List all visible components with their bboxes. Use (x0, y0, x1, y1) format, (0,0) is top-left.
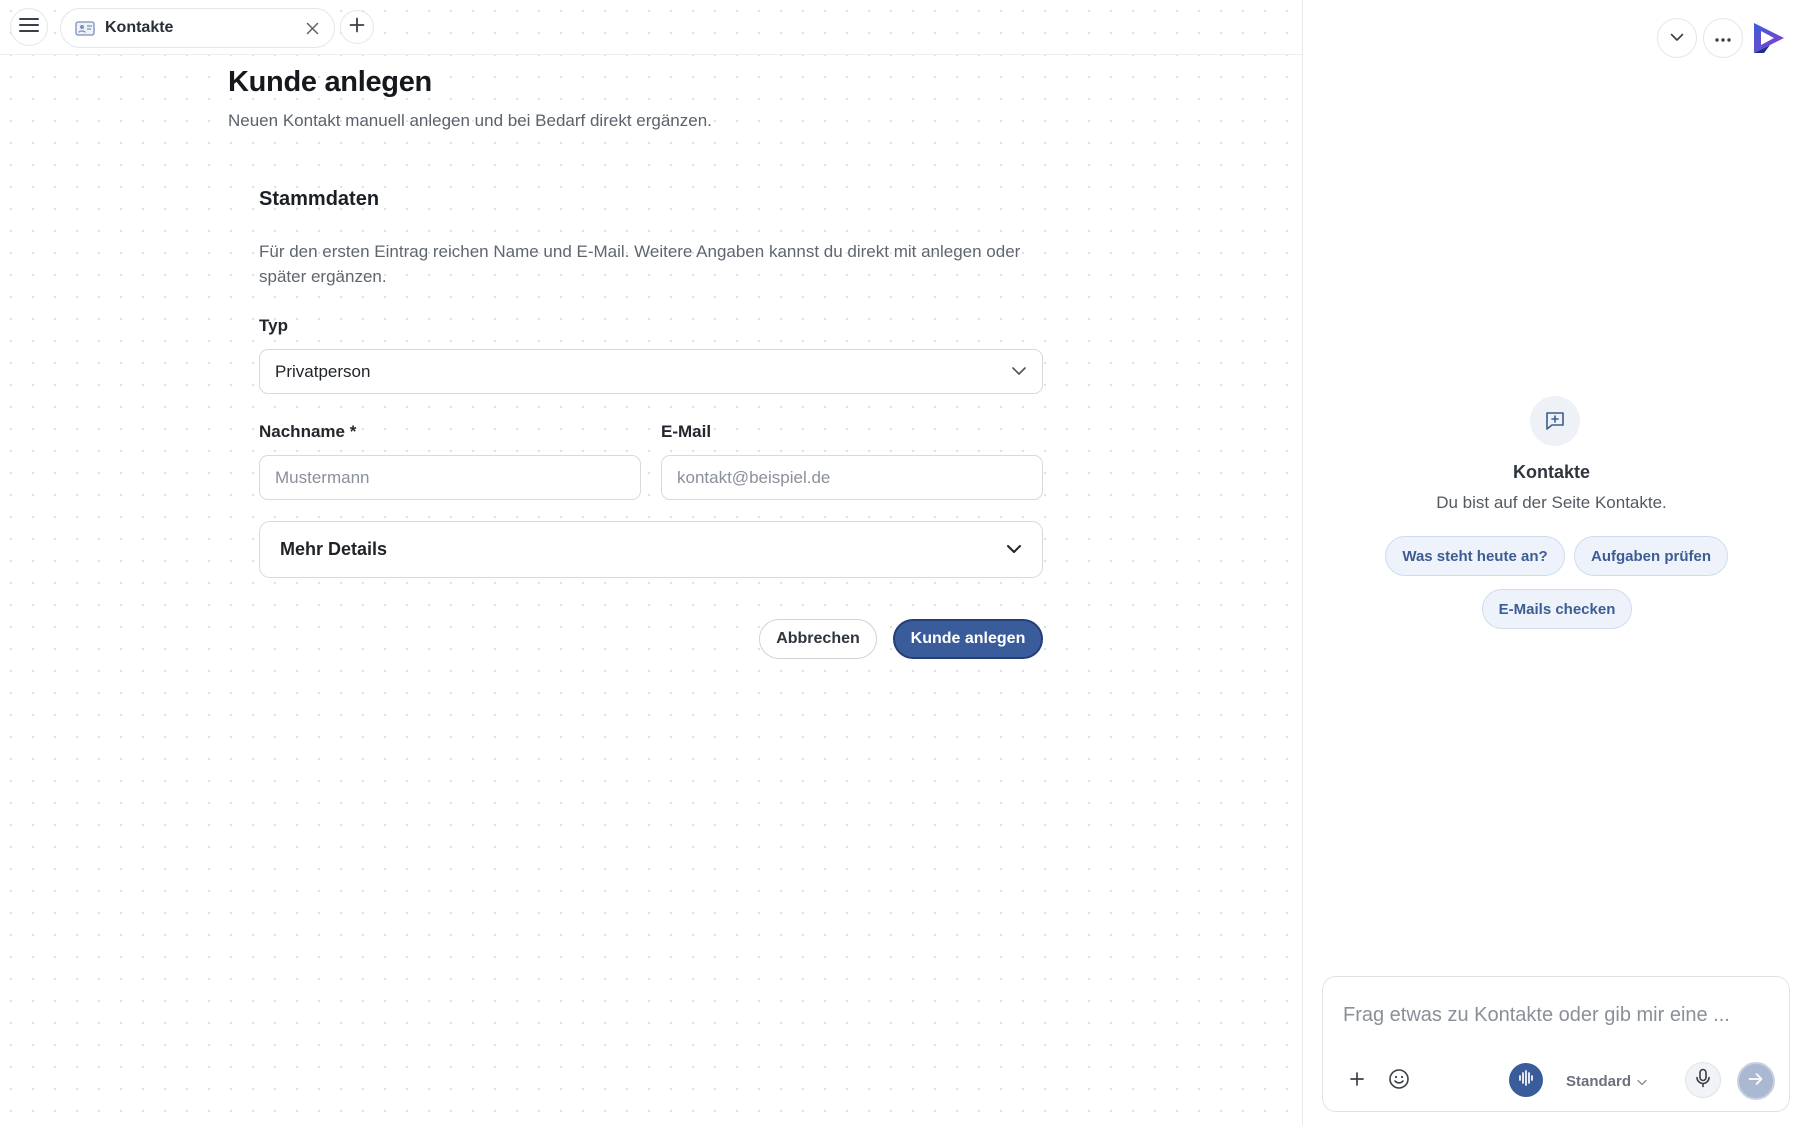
tab-bar: Kontakte (0, 0, 1302, 55)
assistant-panel: Kontakte Du bist auf der Seite Kontakte.… (1302, 0, 1800, 1125)
type-select[interactable]: Privatperson (259, 349, 1043, 394)
email-label: E-Mail (661, 422, 712, 441)
chat-add-icon (1530, 396, 1580, 446)
more-details-label: Mehr Details (280, 539, 388, 559)
more-details-toggle[interactable]: Mehr Details (259, 521, 1043, 578)
hamburger-menu-icon (19, 17, 39, 38)
mode-label: Standard (1566, 1072, 1632, 1090)
lastname-label: Nachname * (259, 422, 357, 441)
section-description: Für den ersten Eintrag reichen Name und … (259, 242, 1021, 286)
chat-input[interactable] (1323, 977, 1789, 1037)
app-logo-icon (1750, 20, 1790, 56)
chevron-down-icon (1670, 29, 1684, 47)
arrow-right-icon (1748, 1072, 1764, 1091)
voice-mode-button[interactable] (1509, 1063, 1543, 1097)
emoji-button[interactable] (1387, 1068, 1411, 1095)
cancel-button[interactable]: Abbrechen (759, 619, 877, 659)
tab-label: Kontakte (105, 19, 174, 36)
smiley-icon (1388, 1068, 1410, 1095)
suggestion-chip[interactable]: E-Mails checken (1482, 589, 1632, 629)
attach-button[interactable] (1345, 1069, 1369, 1093)
send-button[interactable] (1737, 1062, 1775, 1100)
plus-icon (349, 17, 365, 38)
chevron-down-icon (1637, 1073, 1647, 1090)
chevron-down-icon (1006, 541, 1022, 559)
section-title: Stammdaten (259, 188, 380, 210)
more-horizontal-icon (1715, 29, 1731, 47)
plus-icon (1349, 1071, 1365, 1092)
email-input[interactable] (661, 455, 1043, 500)
type-label: Typ (259, 316, 288, 335)
microphone-button[interactable] (1685, 1062, 1721, 1098)
microphone-icon (1695, 1068, 1711, 1093)
menu-button[interactable] (10, 8, 48, 46)
page-subtitle: Neuen Kontakt manuell anlegen und bei Be… (228, 111, 712, 130)
more-options-button[interactable] (1703, 18, 1743, 58)
suggestion-chip[interactable]: Aufgaben prüfen (1574, 536, 1728, 576)
model-mode-select[interactable]: Standard (1566, 1069, 1647, 1093)
collapse-panel-button[interactable] (1657, 18, 1697, 58)
assistant-context-subtitle: Du bist auf der Seite Kontakte. (1436, 493, 1667, 512)
chat-composer: Standard (1322, 976, 1790, 1112)
audio-waveform-icon (1517, 1069, 1535, 1092)
suggestion-chip[interactable]: Was steht heute an? (1385, 536, 1565, 576)
create-customer-button[interactable]: Kunde anlegen (893, 619, 1043, 659)
type-select-value: Privatperson (275, 361, 371, 381)
assistant-context-title: Kontakte (1512, 462, 1590, 482)
close-icon[interactable] (304, 20, 320, 36)
tab-kontakte[interactable]: Kontakte (60, 8, 335, 48)
contacts-card-icon (75, 20, 95, 36)
page-title: Kunde anlegen (228, 66, 432, 98)
new-tab-button[interactable] (340, 10, 374, 44)
chevron-down-icon (1011, 363, 1027, 381)
lastname-input[interactable] (259, 455, 641, 500)
